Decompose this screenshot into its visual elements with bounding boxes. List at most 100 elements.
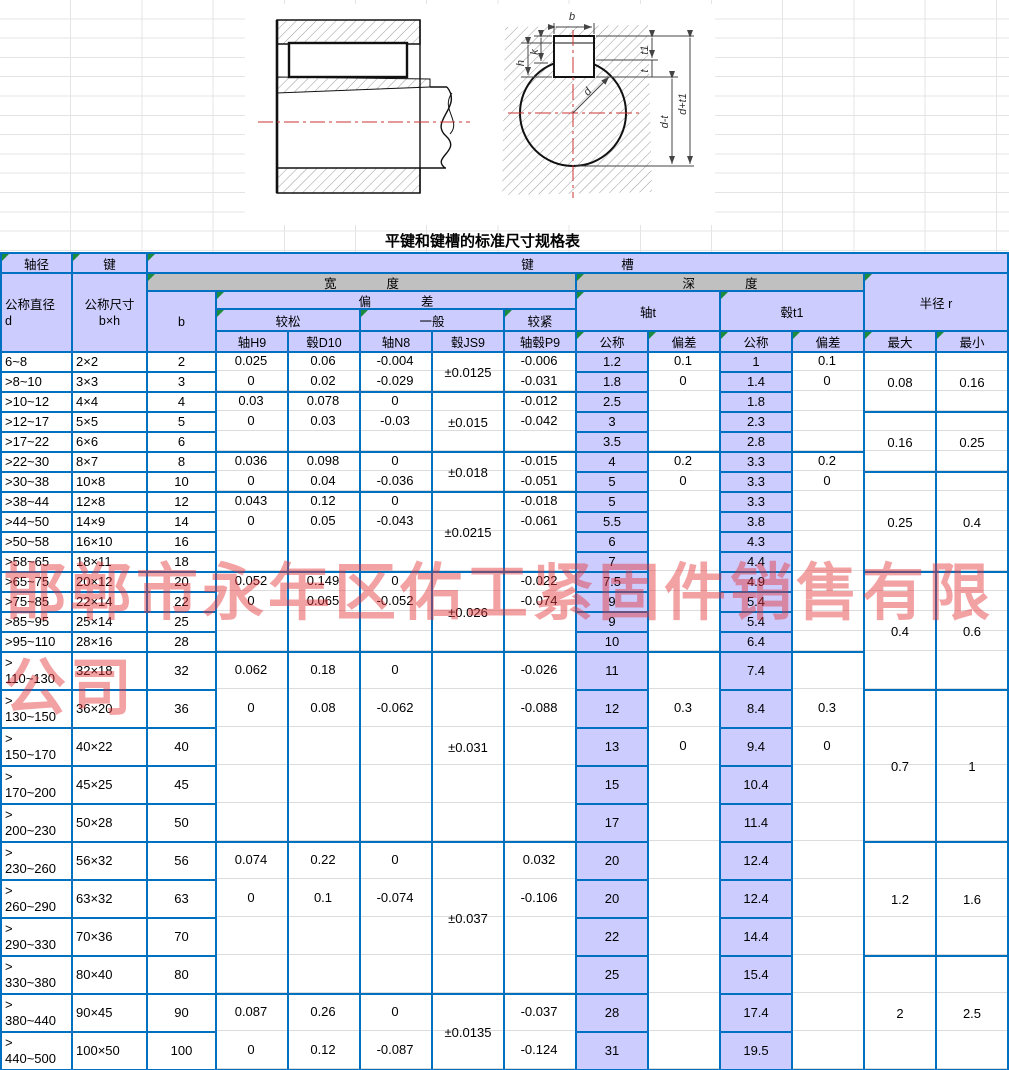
tolerance-value-cell[interactable] xyxy=(647,611,719,631)
key-width-cell[interactable]: 32 xyxy=(146,651,217,691)
tolerance-value-cell[interactable]: -0.052 xyxy=(359,591,431,611)
tolerance-value-cell[interactable] xyxy=(431,491,503,511)
shaft-depth-nominal-cell[interactable]: 9 xyxy=(575,591,649,613)
tolerance-value-cell[interactable] xyxy=(935,511,1007,531)
key-size-cell[interactable]: 28×16 xyxy=(71,631,148,653)
tolerance-value-cell[interactable]: 0.02 xyxy=(287,371,359,391)
tolerance-value-cell[interactable]: -0.087 xyxy=(359,1031,431,1069)
tolerance-value-cell[interactable] xyxy=(935,727,1007,765)
key-width-cell[interactable]: 56 xyxy=(146,841,217,881)
tolerance-value-cell[interactable]: 0 xyxy=(791,471,863,491)
tolerance-value-cell[interactable] xyxy=(935,431,1007,451)
header-nominal-size[interactable]: 公称尺寸 b×h xyxy=(71,272,148,353)
shaft-depth-nominal-cell[interactable]: 5 xyxy=(575,491,649,513)
tolerance-value-cell[interactable] xyxy=(791,511,863,531)
tolerance-value-cell[interactable]: 0 xyxy=(359,651,431,689)
tolerance-value-cell[interactable] xyxy=(359,631,431,651)
hub-depth-nominal-cell[interactable]: 4.3 xyxy=(719,531,793,553)
tolerance-value-cell[interactable]: 0 xyxy=(215,471,287,491)
tolerance-value-cell[interactable] xyxy=(935,591,1007,611)
tolerance-value-cell[interactable]: 0 xyxy=(647,727,719,765)
tolerance-value-cell[interactable]: -0.018 xyxy=(503,491,575,511)
shaft-diameter-cell[interactable]: > 230~260 xyxy=(0,841,73,881)
tolerance-value-cell[interactable] xyxy=(935,993,1007,1031)
shaft-depth-nominal-cell[interactable]: 9 xyxy=(575,611,649,633)
tolerance-value-cell[interactable]: -0.106 xyxy=(503,879,575,917)
header-shaft-t[interactable]: 轴t xyxy=(575,290,721,332)
tolerance-value-cell[interactable]: 0.1 xyxy=(287,879,359,917)
key-width-cell[interactable]: 8 xyxy=(146,451,217,473)
tolerance-value-cell[interactable]: -0.022 xyxy=(503,571,575,591)
tolerance-value-cell[interactable] xyxy=(287,431,359,451)
tolerance-value-cell[interactable]: 0 xyxy=(359,571,431,591)
tolerance-value-cell[interactable] xyxy=(647,841,719,879)
tolerance-value-cell[interactable] xyxy=(791,765,863,803)
tolerance-value-cell[interactable] xyxy=(791,411,863,431)
tolerance-value-cell[interactable] xyxy=(863,651,935,689)
tolerance-value-cell[interactable] xyxy=(359,551,431,571)
tolerance-value-cell[interactable]: 0.025 xyxy=(215,351,287,371)
key-size-cell[interactable]: 70×36 xyxy=(71,917,148,957)
tolerance-value-cell[interactable] xyxy=(935,451,1007,471)
tolerance-value-cell[interactable] xyxy=(935,651,1007,689)
key-width-cell[interactable]: 90 xyxy=(146,993,217,1033)
hub-depth-nominal-cell[interactable]: 12.4 xyxy=(719,841,793,881)
tolerance-value-cell[interactable] xyxy=(431,765,503,803)
shaft-depth-nominal-cell[interactable]: 1.8 xyxy=(575,371,649,393)
tolerance-value-cell[interactable] xyxy=(503,631,575,651)
tolerance-value-cell[interactable] xyxy=(431,371,503,391)
shaft-depth-nominal-cell[interactable]: 2.5 xyxy=(575,391,649,413)
shaft-diameter-cell[interactable]: > 330~380 xyxy=(0,955,73,995)
shaft-depth-nominal-cell[interactable]: 17 xyxy=(575,803,649,843)
tolerance-value-cell[interactable]: -0.036 xyxy=(359,471,431,491)
key-width-cell[interactable]: 3 xyxy=(146,371,217,393)
tolerance-value-cell[interactable] xyxy=(359,765,431,803)
tolerance-value-cell[interactable]: 0.26 xyxy=(287,993,359,1031)
tolerance-value-cell[interactable] xyxy=(287,803,359,841)
tolerance-value-cell[interactable]: 0.03 xyxy=(215,391,287,411)
tolerance-value-cell[interactable] xyxy=(431,917,503,955)
header-t1-deviation[interactable]: 偏差 xyxy=(791,330,865,353)
tolerance-value-cell[interactable]: 0.3 xyxy=(647,689,719,727)
tolerance-value-cell[interactable]: 0 xyxy=(359,491,431,511)
header-radius[interactable]: 半径 r xyxy=(863,272,1009,332)
tolerance-value-cell[interactable]: 0.043 xyxy=(215,491,287,511)
tolerance-value-cell[interactable]: 0 xyxy=(359,841,431,879)
tolerance-value-cell[interactable] xyxy=(431,451,503,471)
tolerance-value-cell[interactable]: 0.149 xyxy=(287,571,359,591)
tolerance-value-cell[interactable]: -0.03 xyxy=(359,411,431,431)
tolerance-value-cell[interactable] xyxy=(287,551,359,571)
key-width-cell[interactable]: 70 xyxy=(146,917,217,957)
header-normal-fit[interactable]: 一般 xyxy=(359,308,505,332)
shaft-diameter-cell[interactable]: >12~17 xyxy=(0,411,73,433)
key-width-cell[interactable]: 50 xyxy=(146,803,217,843)
tolerance-value-cell[interactable]: 0.036 xyxy=(215,451,287,471)
shaft-depth-nominal-cell[interactable]: 12 xyxy=(575,689,649,729)
tolerance-value-cell[interactable]: 0 xyxy=(215,689,287,727)
key-size-cell[interactable]: 100×50 xyxy=(71,1031,148,1070)
tolerance-value-cell[interactable] xyxy=(863,531,935,551)
header-t-nominal[interactable]: 公称 xyxy=(575,330,649,353)
tolerance-value-cell[interactable] xyxy=(935,571,1007,591)
shaft-depth-nominal-cell[interactable]: 3.5 xyxy=(575,431,649,453)
tolerance-value-cell[interactable]: 0 xyxy=(647,471,719,491)
header-hub-js9[interactable]: 毂JS9 xyxy=(431,330,505,353)
tolerance-value-cell[interactable] xyxy=(287,765,359,803)
key-size-cell[interactable]: 40×22 xyxy=(71,727,148,767)
header-width-band[interactable]: 宽 度 xyxy=(146,272,577,292)
tolerance-value-cell[interactable] xyxy=(647,411,719,431)
hub-depth-nominal-cell[interactable]: 3.3 xyxy=(719,451,793,473)
tolerance-value-cell[interactable] xyxy=(431,551,503,571)
tolerance-value-cell[interactable]: -0.074 xyxy=(503,591,575,611)
tolerance-value-cell[interactable] xyxy=(647,531,719,551)
tolerance-value-cell[interactable]: 0 xyxy=(215,879,287,917)
header-radius-max[interactable]: 最大 xyxy=(863,330,937,353)
tolerance-value-cell[interactable] xyxy=(935,351,1007,371)
tolerance-value-cell[interactable] xyxy=(935,1031,1007,1069)
tolerance-value-cell[interactable]: -0.012 xyxy=(503,391,575,411)
key-width-cell[interactable]: 40 xyxy=(146,727,217,767)
tolerance-value-cell[interactable]: 0.2 xyxy=(647,451,719,471)
tolerance-value-cell[interactable] xyxy=(791,651,863,689)
hub-depth-nominal-cell[interactable]: 1.8 xyxy=(719,391,793,413)
tolerance-value-cell[interactable]: 0.08 xyxy=(287,689,359,727)
